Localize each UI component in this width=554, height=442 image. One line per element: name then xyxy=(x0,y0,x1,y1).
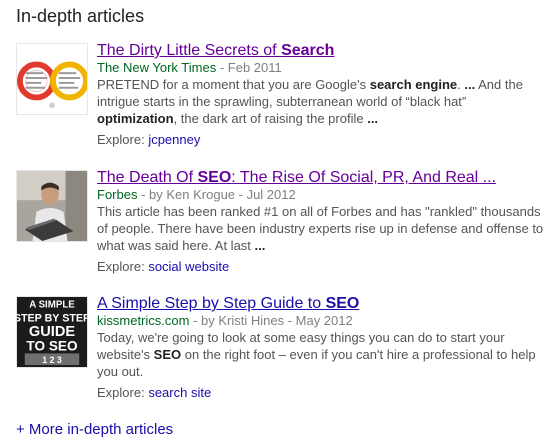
seo-guide-cover-icon[interactable]: A SIMPLE STEP BY STEP GUIDE TO SEO 1 2 3 xyxy=(16,296,88,368)
article-title-text: The Death Of xyxy=(97,169,198,186)
article-title-highlight: Search xyxy=(281,42,335,59)
explore-label: Explore: xyxy=(97,132,149,147)
cover-line-3: GUIDE xyxy=(29,324,75,340)
article-title-link[interactable]: A Simple Step by Step Guide to SEO xyxy=(97,294,547,313)
article-title-link[interactable]: The Dirty Little Secrets of Search xyxy=(97,41,547,60)
article-card: The Dirty Little Secrets of Search The N… xyxy=(16,41,546,151)
cover-line-2: STEP BY STEP xyxy=(17,312,87,324)
article-title-text: A Simple Step by Step Guide to xyxy=(97,295,326,312)
explore-label: Explore: xyxy=(97,259,149,274)
explore-link[interactable]: jcpenney xyxy=(148,132,200,147)
article-site: kissmetrics.com xyxy=(97,313,190,328)
article-snippet: PRETEND for a moment that you are Google… xyxy=(97,76,547,127)
article-explore: Explore: search site xyxy=(97,385,547,401)
article-meta: - Feb 2011 xyxy=(216,60,282,75)
article-card: A SIMPLE STEP BY STEP GUIDE TO SEO 1 2 3… xyxy=(16,294,546,404)
article-snippet: This article has been ranked #1 on all o… xyxy=(97,203,547,254)
snippet-bold-text: ... xyxy=(254,238,266,253)
article-card: The Death Of SEO: The Rise Of Social, PR… xyxy=(16,168,546,278)
article-title-highlight: SEO xyxy=(325,295,360,312)
article-site: The New York Times xyxy=(97,60,217,75)
more-articles-link[interactable]: + More in-depth articles xyxy=(16,421,173,438)
snippet-bold-text: ... xyxy=(367,111,379,126)
article-explore: Explore: jcpenney xyxy=(97,132,547,148)
snippet-text: PRETEND for a moment that you are Google… xyxy=(97,77,370,92)
article-source: The New York Times - Feb 2011 xyxy=(97,60,547,76)
snippet-text: , the dark art of raising the profile xyxy=(173,111,368,126)
snippet-bold-text: ... xyxy=(464,77,476,92)
article-explore: Explore: social website xyxy=(97,259,547,275)
cover-line-5: 1 2 3 xyxy=(42,355,62,365)
article-content: A Simple Step by Step Guide to SEO kissm… xyxy=(97,294,547,401)
article-content: The Death Of SEO: The Rise Of Social, PR… xyxy=(97,168,547,275)
article-snippet: Today, we're going to look at some easy … xyxy=(97,329,547,380)
article-title-highlight: SEO xyxy=(197,169,232,186)
article-meta: - by Kristi Hines - May 2012 xyxy=(189,313,353,328)
cover-line-4: TO SEO xyxy=(26,338,78,353)
section-title: In-depth articles xyxy=(16,6,145,26)
article-content: The Dirty Little Secrets of Search The N… xyxy=(97,41,547,148)
snippet-bold-text: optimization xyxy=(97,111,174,126)
cover-line-1: A SIMPLE xyxy=(29,300,75,311)
in-depth-articles-panel: In-depth articles The Dirty Little Secre… xyxy=(0,0,554,442)
snippet-bold-text: SEO xyxy=(153,347,182,362)
snippet-bold-text: search engine xyxy=(369,77,458,92)
article-source: Forbes - by Ken Krogue - Jul 2012 xyxy=(97,187,547,203)
article-source: kissmetrics.com - by Kristi Hines - May … xyxy=(97,313,547,329)
snippet-text: This article has been ranked #1 on all o… xyxy=(97,204,544,253)
explore-link[interactable]: search site xyxy=(148,385,211,400)
man-with-laptop-photo-icon[interactable] xyxy=(16,170,88,242)
article-site: Forbes xyxy=(97,187,138,202)
article-title-after: : The Rise Of Social, PR, And Real ... xyxy=(231,169,497,186)
article-title-link[interactable]: The Death Of SEO: The Rise Of Social, PR… xyxy=(97,168,547,187)
gauges-thumbnail-icon[interactable] xyxy=(16,43,88,115)
article-title-text: The Dirty Little Secrets of xyxy=(97,42,282,59)
explore-link[interactable]: social website xyxy=(148,259,229,274)
article-meta: - by Ken Krogue - Jul 2012 xyxy=(137,187,296,202)
explore-label: Explore: xyxy=(97,385,149,400)
